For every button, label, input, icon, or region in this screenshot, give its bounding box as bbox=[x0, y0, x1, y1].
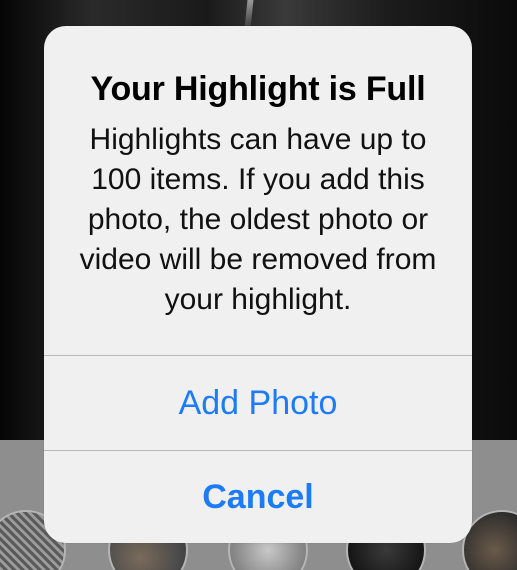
alert-title: Your Highlight is Full bbox=[90, 70, 426, 108]
add-photo-button[interactable]: Add Photo bbox=[44, 356, 472, 450]
cancel-button[interactable]: Cancel bbox=[44, 451, 472, 543]
screen: Your Highlight is Full Highlights can ha… bbox=[0, 0, 517, 570]
alert-body: Your Highlight is Full Highlights can ha… bbox=[44, 26, 472, 355]
alert-message: Highlights can have up to 100 items. If … bbox=[79, 123, 437, 316]
highlight-full-alert: Your Highlight is Full Highlights can ha… bbox=[44, 26, 472, 543]
